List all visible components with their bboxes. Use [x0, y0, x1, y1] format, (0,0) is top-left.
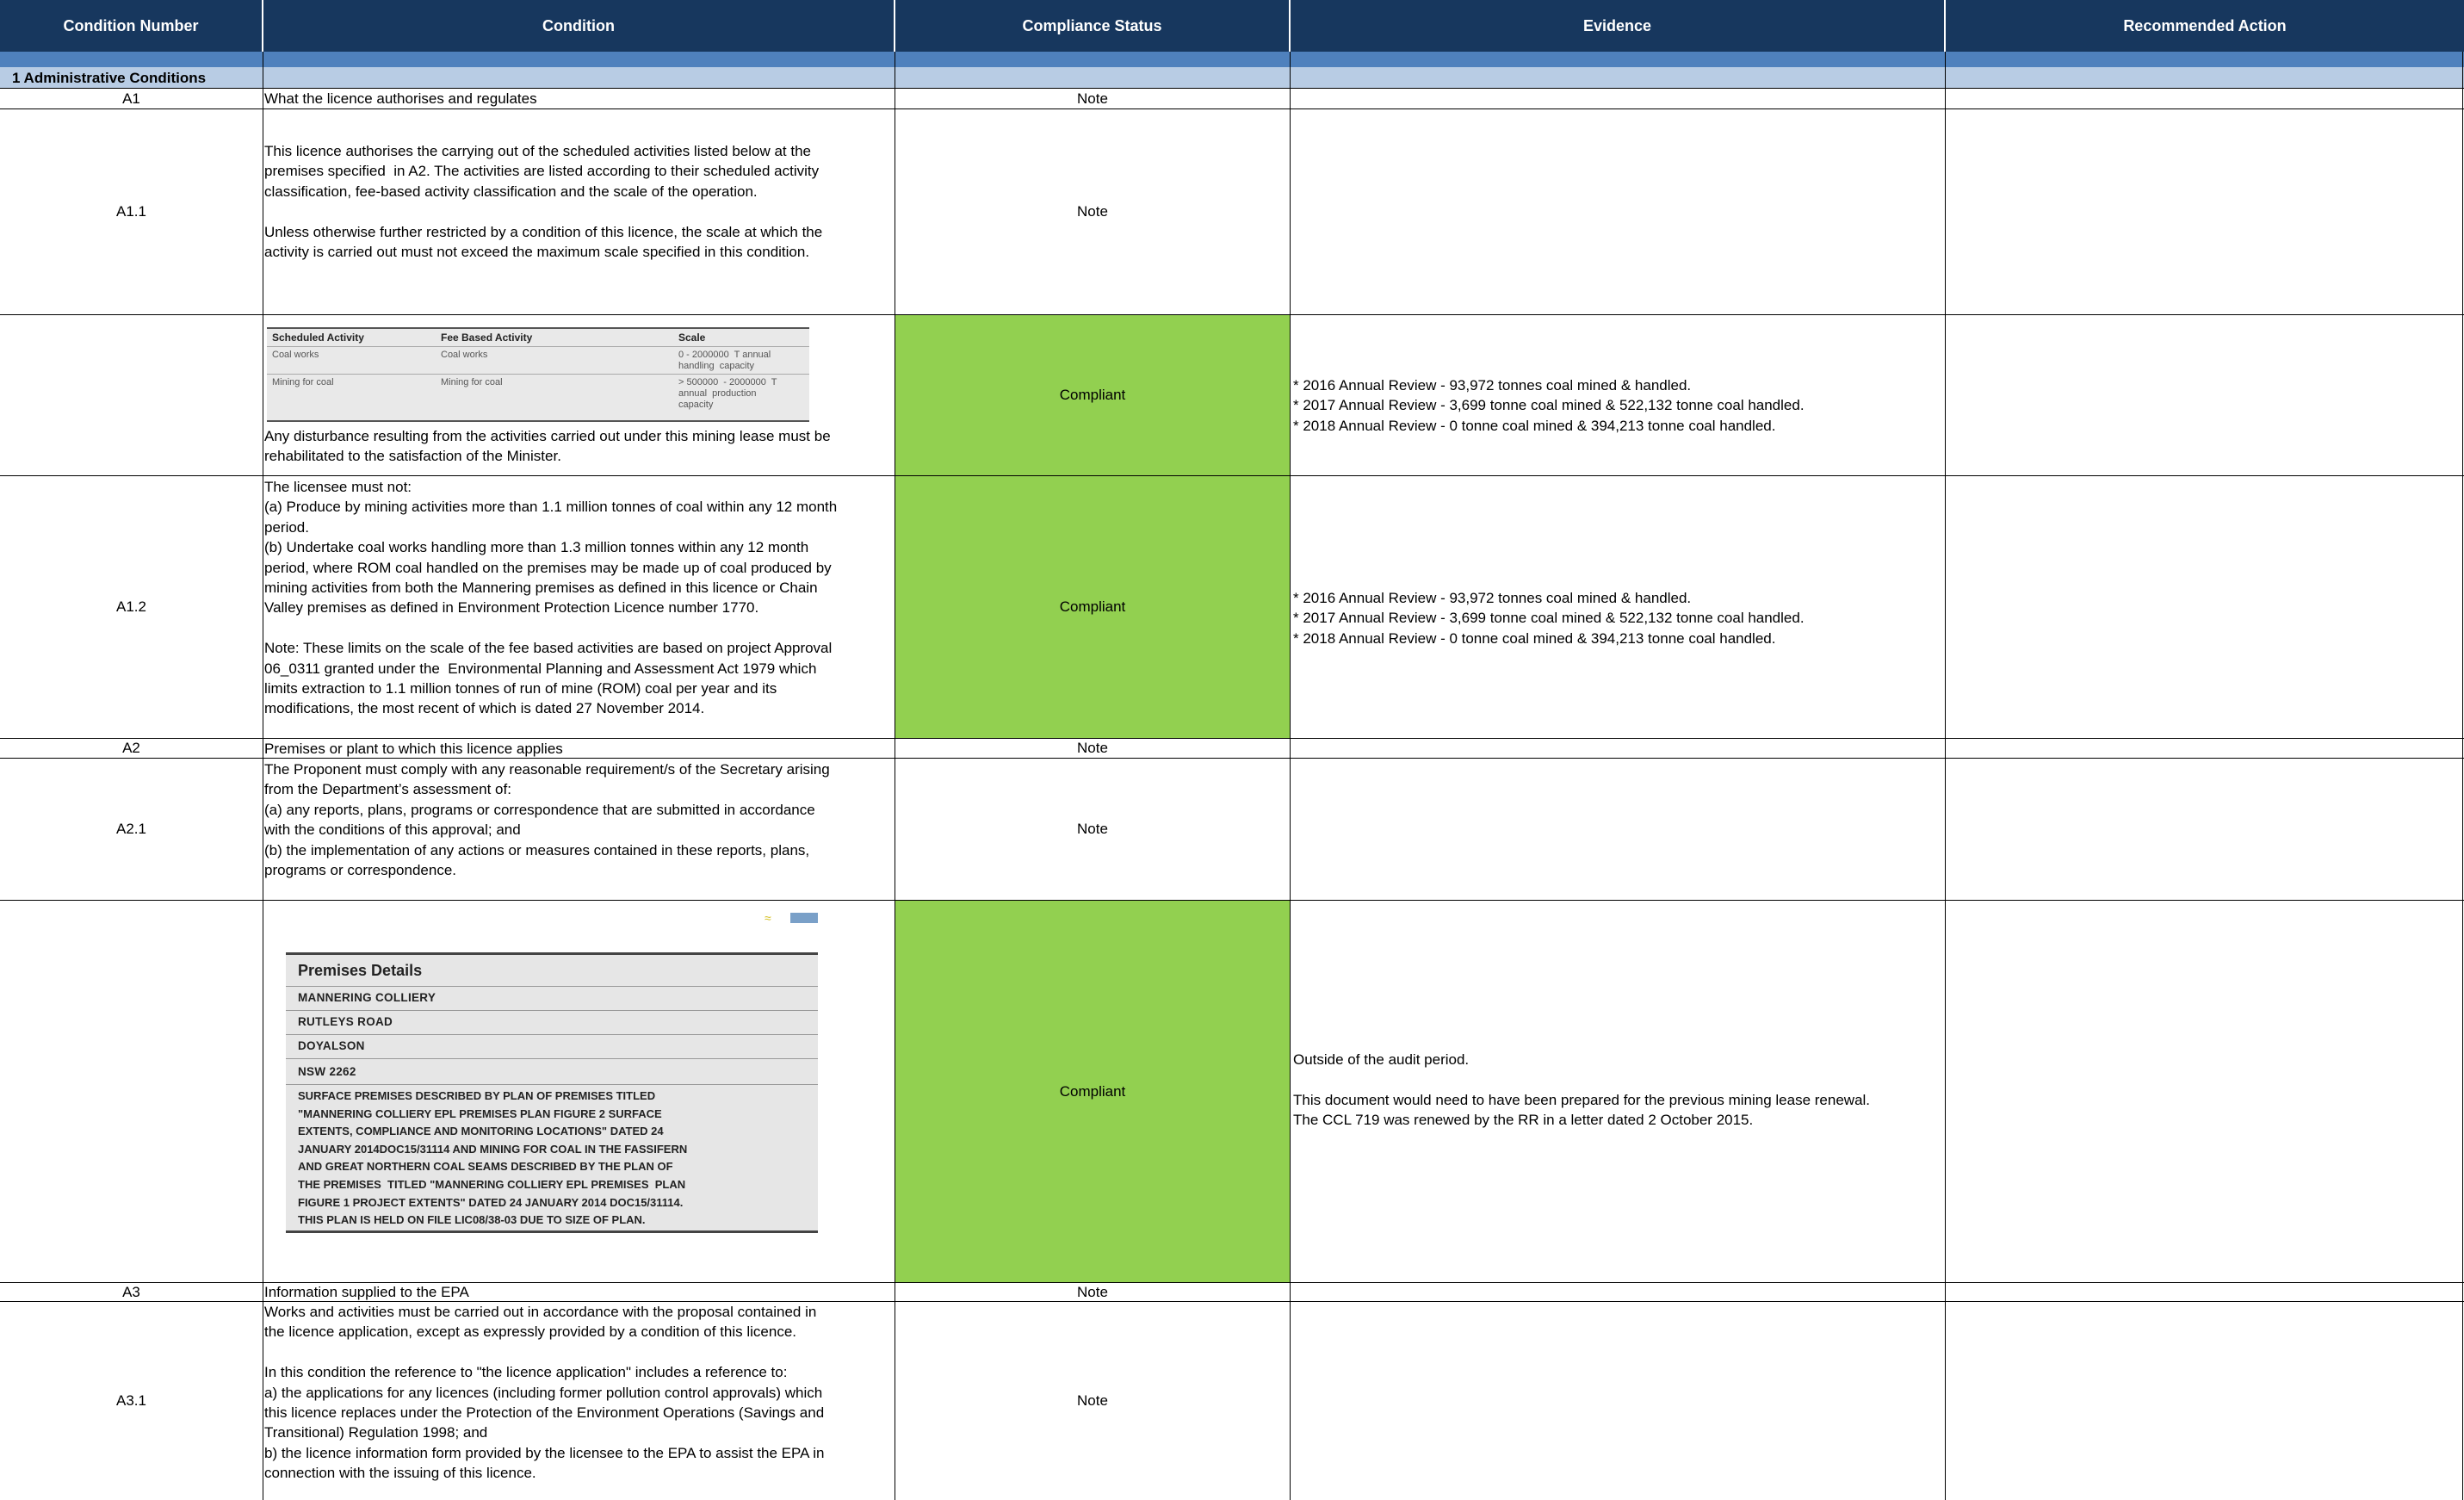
activity-table-cell: Mining for coal [272, 377, 334, 387]
condition-number: A1.2 [116, 598, 146, 616]
activity-table-cell: Coal works [272, 350, 319, 360]
activity-table-divider [267, 374, 809, 375]
activity-table-cell: 0 - 2000000 T annual handling capacity [678, 350, 771, 371]
condition-number: A3 [122, 1283, 140, 1300]
condition-number: A1 [122, 90, 140, 107]
premises-divider [286, 1058, 818, 1059]
section-row: 1 Administrative Conditions [0, 67, 2464, 89]
activity-table-cell: Mining for coal [441, 377, 503, 387]
activity-table-header: Scale [678, 332, 706, 344]
status-note: Note [1077, 203, 1108, 220]
status-compliant: Compliant [1059, 387, 1126, 404]
premises-divider [286, 1010, 818, 1011]
condition-text: Any disturbance resulting from the activ… [264, 428, 831, 465]
condition-text: Information supplied to the EPA [264, 1284, 469, 1300]
activity-table-cell: Coal works [441, 350, 488, 360]
col-header-recommended-action[interactable]: Recommended Action [1946, 0, 2464, 52]
activity-table-header: Scheduled Activity [272, 332, 364, 344]
logo-mark-icon: ≈ [765, 911, 771, 925]
col-header-condition[interactable]: Condition [263, 0, 895, 52]
condition-text: The licensee must not: (a) Produce by mi… [264, 479, 838, 717]
status-note: Note [1077, 1283, 1108, 1300]
evidence-text: * 2016 Annual Review - 93,972 tonnes coa… [1293, 590, 1805, 647]
activity-table-cell: > 500000 - 2000000 T annual production c… [678, 377, 777, 410]
activity-table-header: Fee Based Activity [441, 332, 533, 344]
premises-line: RUTLEYS ROAD [298, 1015, 393, 1028]
section-title: 1 Administrative Conditions [12, 70, 207, 86]
premises-details-image: Premises Details MANNERING COLLIERY RUTL… [286, 952, 818, 1233]
premises-divider [286, 1034, 818, 1035]
condition-text: This licence authorises the carrying out… [264, 143, 823, 261]
logo-bar-icon [790, 913, 818, 923]
condition-number: A2.1 [116, 821, 146, 838]
compliance-sheet: Condition Number Condition Compliance St… [0, 0, 2464, 1500]
condition-number: A2 [122, 740, 140, 757]
premises-title: Premises Details [298, 962, 423, 979]
status-note: Note [1077, 821, 1108, 838]
col-header-evidence[interactable]: Evidence [1291, 0, 1946, 52]
condition-number: A3.1 [116, 1392, 146, 1410]
premises-divider [286, 1084, 818, 1085]
condition-number: A1.1 [116, 203, 146, 220]
evidence-text: Outside of the audit period. This docume… [1293, 1051, 1871, 1129]
activity-table-divider [267, 346, 809, 347]
premises-description: SURFACE PREMISES DESCRIBED BY PLAN OF PR… [298, 1089, 688, 1227]
premises-line: NSW 2262 [298, 1065, 356, 1078]
condition-text: Works and activities must be carried out… [264, 1304, 825, 1482]
condition-text: Premises or plant to which this licence … [264, 741, 563, 757]
scheduled-activity-table-image: Scheduled Activity Fee Based Activity Sc… [267, 327, 809, 422]
premises-divider [286, 986, 818, 987]
condition-text: The Proponent must comply with any reaso… [264, 761, 830, 879]
status-compliant: Compliant [1059, 598, 1126, 616]
header-band [0, 52, 2464, 67]
col-header-condition-number[interactable]: Condition Number [0, 0, 263, 52]
status-note: Note [1077, 740, 1108, 757]
status-note: Note [1077, 90, 1108, 107]
col-header-compliance-status[interactable]: Compliance Status [895, 0, 1291, 52]
status-compliant: Compliant [1059, 1082, 1126, 1100]
premises-line: DOYALSON [298, 1039, 365, 1052]
premises-line: MANNERING COLLIERY [298, 991, 436, 1004]
condition-text: What the licence authorises and regulate… [264, 90, 537, 107]
status-note: Note [1077, 1392, 1108, 1410]
evidence-text: * 2016 Annual Review - 93,972 tonnes coa… [1293, 377, 1805, 434]
